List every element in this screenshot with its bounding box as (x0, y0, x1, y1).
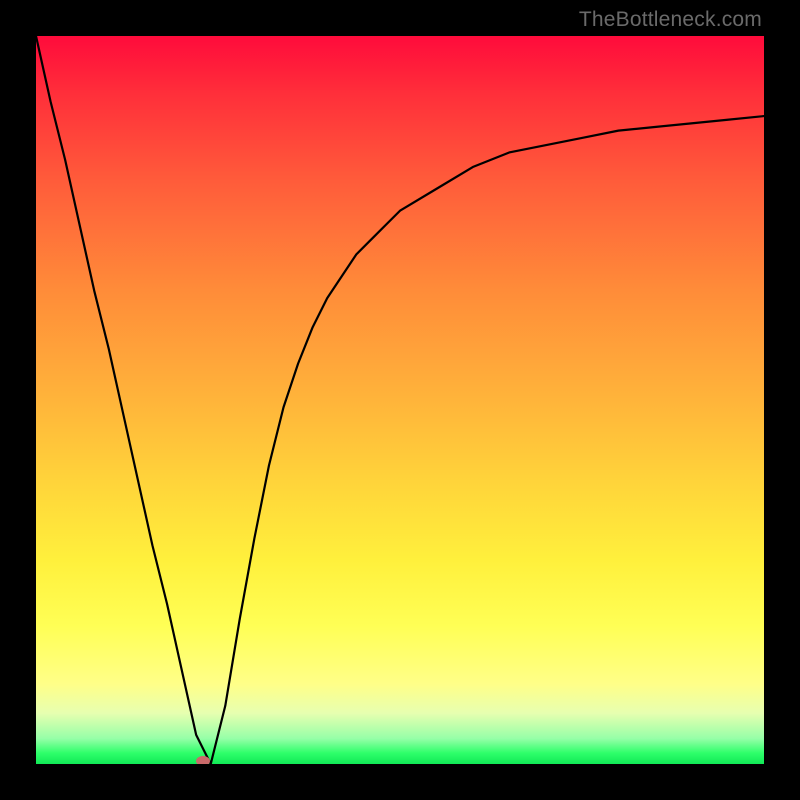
chart-stage: TheBottleneck.com (0, 0, 800, 800)
watermark-label: TheBottleneck.com (579, 8, 762, 32)
minimum-marker-icon (196, 756, 210, 764)
bottleneck-curve (36, 36, 764, 764)
plot-area (36, 36, 764, 764)
